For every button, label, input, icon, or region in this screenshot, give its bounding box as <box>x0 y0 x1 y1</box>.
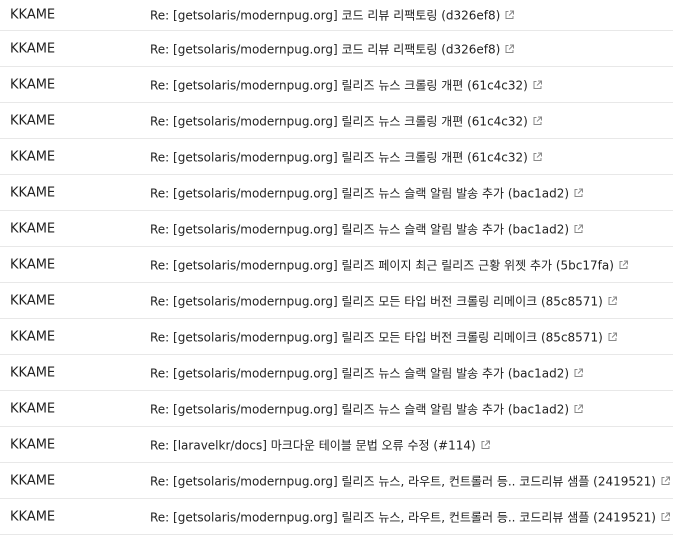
author-name: KKAME <box>10 473 56 488</box>
message-list: KKAME Re: [getsolaris/modernpug.org] 코드 리… <box>0 0 673 535</box>
subject-text[interactable]: Re: [getsolaris/modernpug.org] 코드 리뷰 리팩토… <box>150 40 500 57</box>
external-link-icon[interactable] <box>660 475 671 486</box>
message-subject-link[interactable]: Re: [getsolaris/modernpug.org] 릴리즈 뉴스 슬랙… <box>150 364 584 381</box>
author-name: KKAME <box>10 7 56 23</box>
author-name: KKAME <box>10 149 56 164</box>
subject-text[interactable]: Re: [getsolaris/modernpug.org] 릴리즈 모든 타입… <box>150 292 603 309</box>
message-subject-link[interactable]: Re: [getsolaris/modernpug.org] 릴리즈 뉴스 슬랙… <box>150 220 584 237</box>
subject-text[interactable]: Re: [getsolaris/modernpug.org] 릴리즈 모든 타입… <box>150 328 603 345</box>
external-link-icon[interactable] <box>660 511 671 522</box>
list-item[interactable]: KKAME Re: [getsolaris/modernpug.org] 릴리즈 … <box>0 391 673 427</box>
subject-text[interactable]: Re: [getsolaris/modernpug.org] 릴리즈 뉴스, 라… <box>150 508 656 525</box>
external-link-icon[interactable] <box>532 151 543 162</box>
message-subject-link[interactable]: Re: [getsolaris/modernpug.org] 릴리즈 뉴스 크롤… <box>150 76 543 93</box>
list-item[interactable]: KKAME Re: [getsolaris/modernpug.org] 코드 리… <box>0 0 673 31</box>
author-name: KKAME <box>10 509 56 524</box>
external-link-icon[interactable] <box>618 259 629 270</box>
list-item[interactable]: KKAME Re: [getsolaris/modernpug.org] 릴리즈 … <box>0 499 673 535</box>
external-link-icon[interactable] <box>573 403 584 414</box>
list-item[interactable]: KKAME Re: [getsolaris/modernpug.org] 릴리즈 … <box>0 139 673 175</box>
subject-text[interactable]: Re: [getsolaris/modernpug.org] 릴리즈 페이지 최… <box>150 256 614 273</box>
author-name: KKAME <box>10 113 56 128</box>
message-subject-link[interactable]: Re: [getsolaris/modernpug.org] 릴리즈 뉴스 크롤… <box>150 148 543 165</box>
list-item[interactable]: KKAME Re: [getsolaris/modernpug.org] 릴리즈 … <box>0 211 673 247</box>
list-item[interactable]: KKAME Re: [getsolaris/modernpug.org] 릴리즈 … <box>0 319 673 355</box>
message-subject-link[interactable]: Re: [getsolaris/modernpug.org] 코드 리뷰 리팩토… <box>150 40 515 57</box>
external-link-icon[interactable] <box>504 43 515 54</box>
author-name: KKAME <box>10 221 56 236</box>
list-item[interactable]: KKAME Re: [getsolaris/modernpug.org] 릴리즈 … <box>0 283 673 319</box>
external-link-icon[interactable] <box>573 223 584 234</box>
message-subject-link[interactable]: Re: [getsolaris/modernpug.org] 릴리즈 페이지 최… <box>150 256 629 273</box>
message-subject-link[interactable]: Re: [getsolaris/modernpug.org] 릴리즈 뉴스, 라… <box>150 472 671 489</box>
external-link-icon[interactable] <box>532 79 543 90</box>
list-item[interactable]: KKAME Re: [getsolaris/modernpug.org] 코드 리… <box>0 31 673 67</box>
list-item[interactable]: KKAME Re: [getsolaris/modernpug.org] 릴리즈 … <box>0 103 673 139</box>
list-item[interactable]: KKAME Re: [getsolaris/modernpug.org] 릴리즈 … <box>0 247 673 283</box>
subject-text[interactable]: Re: [laravelkr/docs] 마크다운 테이블 문법 오류 수정 (… <box>150 436 476 453</box>
external-link-icon[interactable] <box>607 295 618 306</box>
message-subject-link[interactable]: Re: [getsolaris/modernpug.org] 릴리즈 뉴스 슬랙… <box>150 184 584 201</box>
subject-text[interactable]: Re: [getsolaris/modernpug.org] 릴리즈 뉴스 크롤… <box>150 112 528 129</box>
external-link-icon[interactable] <box>573 367 584 378</box>
subject-text[interactable]: Re: [getsolaris/modernpug.org] 릴리즈 뉴스 크롤… <box>150 76 528 93</box>
message-subject-link[interactable]: Re: [getsolaris/modernpug.org] 릴리즈 모든 타입… <box>150 292 618 309</box>
author-name: KKAME <box>10 365 56 380</box>
subject-text[interactable]: Re: [getsolaris/modernpug.org] 릴리즈 뉴스 크롤… <box>150 148 528 165</box>
message-subject-link[interactable]: Re: [laravelkr/docs] 마크다운 테이블 문법 오류 수정 (… <box>150 436 491 453</box>
list-item[interactable]: KKAME Re: [getsolaris/modernpug.org] 릴리즈 … <box>0 67 673 103</box>
author-name: KKAME <box>10 437 56 452</box>
external-link-icon[interactable] <box>573 187 584 198</box>
external-link-icon[interactable] <box>532 115 543 126</box>
message-subject-link[interactable]: Re: [getsolaris/modernpug.org] 코드 리뷰 리팩토… <box>150 7 515 24</box>
list-item[interactable]: KKAME Re: [getsolaris/modernpug.org] 릴리즈 … <box>0 463 673 499</box>
subject-text[interactable]: Re: [getsolaris/modernpug.org] 코드 리뷰 리팩토… <box>150 7 500 24</box>
author-name: KKAME <box>10 185 56 200</box>
message-subject-link[interactable]: Re: [getsolaris/modernpug.org] 릴리즈 뉴스 슬랙… <box>150 400 584 417</box>
message-subject-link[interactable]: Re: [getsolaris/modernpug.org] 릴리즈 뉴스, 라… <box>150 508 671 525</box>
list-item[interactable]: KKAME Re: [getsolaris/modernpug.org] 릴리즈 … <box>0 355 673 391</box>
author-name: KKAME <box>10 401 56 416</box>
subject-text[interactable]: Re: [getsolaris/modernpug.org] 릴리즈 뉴스 슬랙… <box>150 184 569 201</box>
subject-text[interactable]: Re: [getsolaris/modernpug.org] 릴리즈 뉴스 슬랙… <box>150 364 569 381</box>
subject-text[interactable]: Re: [getsolaris/modernpug.org] 릴리즈 뉴스, 라… <box>150 472 656 489</box>
list-item[interactable]: KKAME Re: [laravelkr/docs] 마크다운 테이블 문법 오류… <box>0 427 673 463</box>
external-link-icon[interactable] <box>607 331 618 342</box>
author-name: KKAME <box>10 257 56 272</box>
subject-text[interactable]: Re: [getsolaris/modernpug.org] 릴리즈 뉴스 슬랙… <box>150 400 569 417</box>
subject-text[interactable]: Re: [getsolaris/modernpug.org] 릴리즈 뉴스 슬랙… <box>150 220 569 237</box>
external-link-icon[interactable] <box>504 10 515 21</box>
external-link-icon[interactable] <box>480 439 491 450</box>
message-subject-link[interactable]: Re: [getsolaris/modernpug.org] 릴리즈 뉴스 크롤… <box>150 112 543 129</box>
author-name: KKAME <box>10 293 56 308</box>
list-item[interactable]: KKAME Re: [getsolaris/modernpug.org] 릴리즈 … <box>0 175 673 211</box>
author-name: KKAME <box>10 329 56 344</box>
message-subject-link[interactable]: Re: [getsolaris/modernpug.org] 릴리즈 모든 타입… <box>150 328 618 345</box>
author-name: KKAME <box>10 41 56 56</box>
author-name: KKAME <box>10 77 56 92</box>
